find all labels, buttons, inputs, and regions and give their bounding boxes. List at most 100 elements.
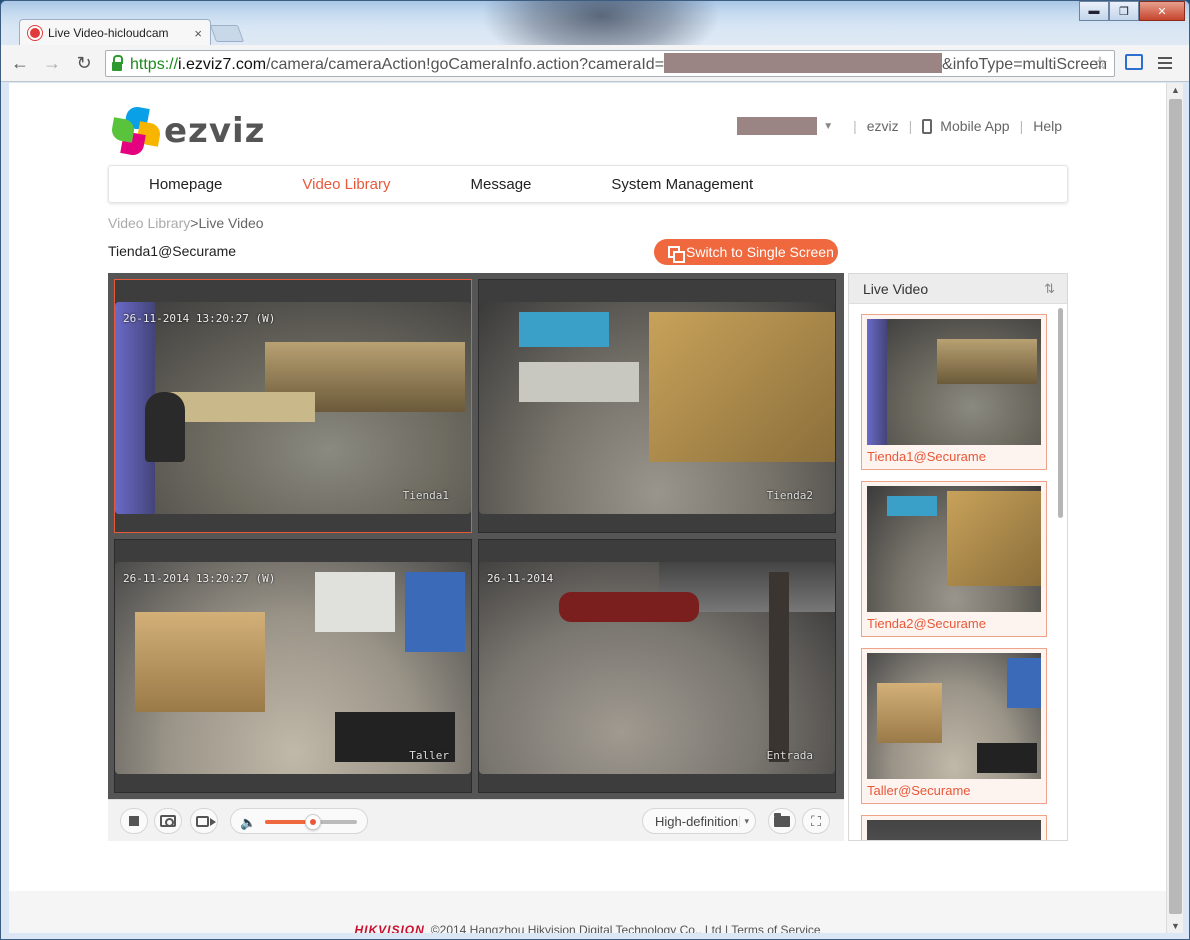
browser-window: Live Video-hicloudcam × ▬ ❐ ✕ ← → ↻ http… <box>0 0 1190 940</box>
video-cell-3[interactable]: 26-11-2014 13:20:27 (W) Taller <box>114 539 472 793</box>
mobile-app-link[interactable]: Mobile App <box>940 118 1009 134</box>
player-controls: 🔈 High-definition ▾ ⛶ <box>108 799 844 841</box>
breadcrumb-parent[interactable]: Video Library <box>108 215 190 231</box>
camera-thumbnail[interactable]: Tienda1@Securame <box>861 314 1047 470</box>
bookmark-star-icon[interactable]: ☆ <box>1092 53 1108 74</box>
logo-text: ezviz <box>164 111 266 151</box>
camera-icon <box>160 815 176 827</box>
video-feed: 26-11-2014 Entrada <box>479 562 835 774</box>
video-cell-4[interactable]: 26-11-2014 Entrada <box>478 539 836 793</box>
maximize-button[interactable]: ❐ <box>1109 1 1139 21</box>
video-feed: 26-11-2014 13:20:27 (W) Taller <box>115 562 471 774</box>
logo-mark-icon <box>110 105 162 157</box>
fullscreen-button[interactable]: ⛶ <box>802 808 830 834</box>
page-footer: HIKVISION ©2014 Hangzhou Hikvision Digita… <box>9 891 1166 933</box>
panel-scrollbar[interactable] <box>1058 308 1063 518</box>
tab-title: Live Video-hicloudcam <box>48 26 169 40</box>
scrollbar-thumb[interactable] <box>1169 99 1182 914</box>
help-link[interactable]: Help <box>1033 118 1062 134</box>
address-bar[interactable]: https://i.ezviz7.com/camera/cameraAction… <box>105 50 1115 77</box>
favicon-icon <box>28 26 42 40</box>
extension-icon[interactable] <box>1125 54 1143 70</box>
forward-arrow-icon[interactable]: → <box>39 50 65 76</box>
camera-thumbnail[interactable] <box>861 815 1047 840</box>
video-grid: 26-11-2014 13:20:27 (W) Tienda1 Tienda2 <box>108 273 844 799</box>
volume-control[interactable]: 🔈 <box>230 808 368 834</box>
switch-single-screen-button[interactable]: Switch to Single Screen <box>654 239 838 265</box>
camera-label: Tienda2 <box>766 489 813 502</box>
breadcrumb-current: Live Video <box>198 215 264 231</box>
browser-menu-icon[interactable] <box>1158 57 1172 72</box>
thumbnail-label: Tienda2@Securame <box>867 616 986 631</box>
video-cell-1[interactable]: 26-11-2014 13:20:27 (W) Tienda1 <box>114 279 472 533</box>
video-feed: Tienda2 <box>479 302 835 514</box>
camera-label: Tienda1 <box>402 489 449 502</box>
chevron-down-icon: ▾ <box>739 815 749 827</box>
video-feed: 26-11-2014 13:20:27 (W) Tienda1 <box>115 302 471 514</box>
video-timestamp: 26-11-2014 13:20:27 (W) <box>123 312 276 325</box>
back-arrow-icon[interactable]: ← <box>7 50 33 76</box>
window-controls: ▬ ❐ ✕ <box>1079 1 1185 21</box>
user-link[interactable]: ezviz <box>867 118 899 134</box>
ezviz-logo[interactable]: ezviz <box>110 105 266 157</box>
thumbnail-image <box>867 319 1041 445</box>
camera-label: Taller <box>409 749 449 762</box>
reload-icon[interactable]: ↻ <box>71 50 97 76</box>
live-video-panel: Live Video ⇅ Tienda1@Securame Tienda2@Se… <box>848 273 1068 841</box>
top-links: ▼ | ezviz | Mobile App | Help <box>737 117 1062 135</box>
stop-button[interactable] <box>120 808 148 834</box>
folder-icon <box>774 812 790 827</box>
browser-toolbar: ← → ↻ https://i.ezviz7.com/camera/camera… <box>1 45 1189 82</box>
url-text: https://i.ezviz7.com/camera/cameraAction… <box>130 53 1107 74</box>
quality-select[interactable]: High-definition ▾ <box>642 808 756 834</box>
chevron-down-icon[interactable]: ▼ <box>823 121 833 132</box>
redacted-camera-id <box>664 53 943 73</box>
screenshot-button[interactable] <box>154 808 182 834</box>
stop-icon <box>129 816 139 826</box>
lock-icon <box>112 54 123 71</box>
panel-header: Live Video ⇅ <box>849 274 1067 304</box>
fullscreen-icon: ⛶ <box>811 812 821 829</box>
single-screen-icon <box>668 246 685 263</box>
speaker-icon[interactable]: 🔈 <box>240 815 256 831</box>
tab-close-icon[interactable]: × <box>194 26 202 41</box>
video-cell-2[interactable]: Tienda2 <box>478 279 836 533</box>
page-scrollbar[interactable]: ▲ ▼ <box>1166 83 1183 933</box>
nav-message[interactable]: Message <box>471 176 532 193</box>
refresh-icon[interactable]: ⇅ <box>1044 281 1055 297</box>
breadcrumb: Video Library>Live Video <box>108 215 264 231</box>
thumbnail-label: Taller@Securame <box>867 783 971 798</box>
nav-video-library[interactable]: Video Library <box>302 176 390 193</box>
nav-system-management[interactable]: System Management <box>611 176 753 193</box>
camera-thumbnail[interactable]: Tienda2@Securame <box>861 481 1047 637</box>
video-timestamp: 26-11-2014 13:20:27 (W) <box>123 572 276 585</box>
camera-thumbnail[interactable]: Taller@Securame <box>861 648 1047 804</box>
close-button[interactable]: ✕ <box>1139 1 1185 21</box>
volume-knob[interactable] <box>304 814 321 830</box>
hikvision-logo: HIKVISION <box>354 923 425 933</box>
scroll-up-icon[interactable]: ▲ <box>1171 85 1180 95</box>
footer-text: HIKVISION ©2014 Hangzhou Hikvision Digita… <box>9 923 1166 933</box>
nav-homepage[interactable]: Homepage <box>149 176 222 193</box>
thumbnail-image <box>867 653 1041 779</box>
phone-icon <box>922 118 933 134</box>
device-title: Tienda1@Securame <box>108 243 237 259</box>
page-viewport: ezviz ▼ | ezviz | Mobile App | Help Home… <box>9 83 1166 933</box>
thumbnail-image <box>867 486 1041 612</box>
browser-tab[interactable]: Live Video-hicloudcam × <box>19 19 211 46</box>
scroll-down-icon[interactable]: ▼ <box>1171 921 1180 931</box>
terms-link[interactable]: Terms of Service <box>731 923 820 933</box>
title-bar: Live Video-hicloudcam × ▬ ❐ ✕ <box>1 1 1189 71</box>
video-timestamp: 26-11-2014 <box>487 572 554 585</box>
record-button[interactable] <box>190 808 218 834</box>
new-tab-button[interactable] <box>209 25 245 42</box>
volume-slider[interactable] <box>265 814 357 830</box>
minimize-button[interactable]: ▬ <box>1079 1 1109 21</box>
main-nav: Homepage Video Library Message System Ma… <box>108 165 1068 203</box>
camera-label: Entrada <box>766 749 813 762</box>
video-record-icon <box>195 815 216 827</box>
thumbnail-image <box>867 820 1041 840</box>
open-folder-button[interactable] <box>768 808 796 834</box>
redacted-username[interactable] <box>737 117 818 135</box>
thumbnail-label: Tienda1@Securame <box>867 449 986 464</box>
